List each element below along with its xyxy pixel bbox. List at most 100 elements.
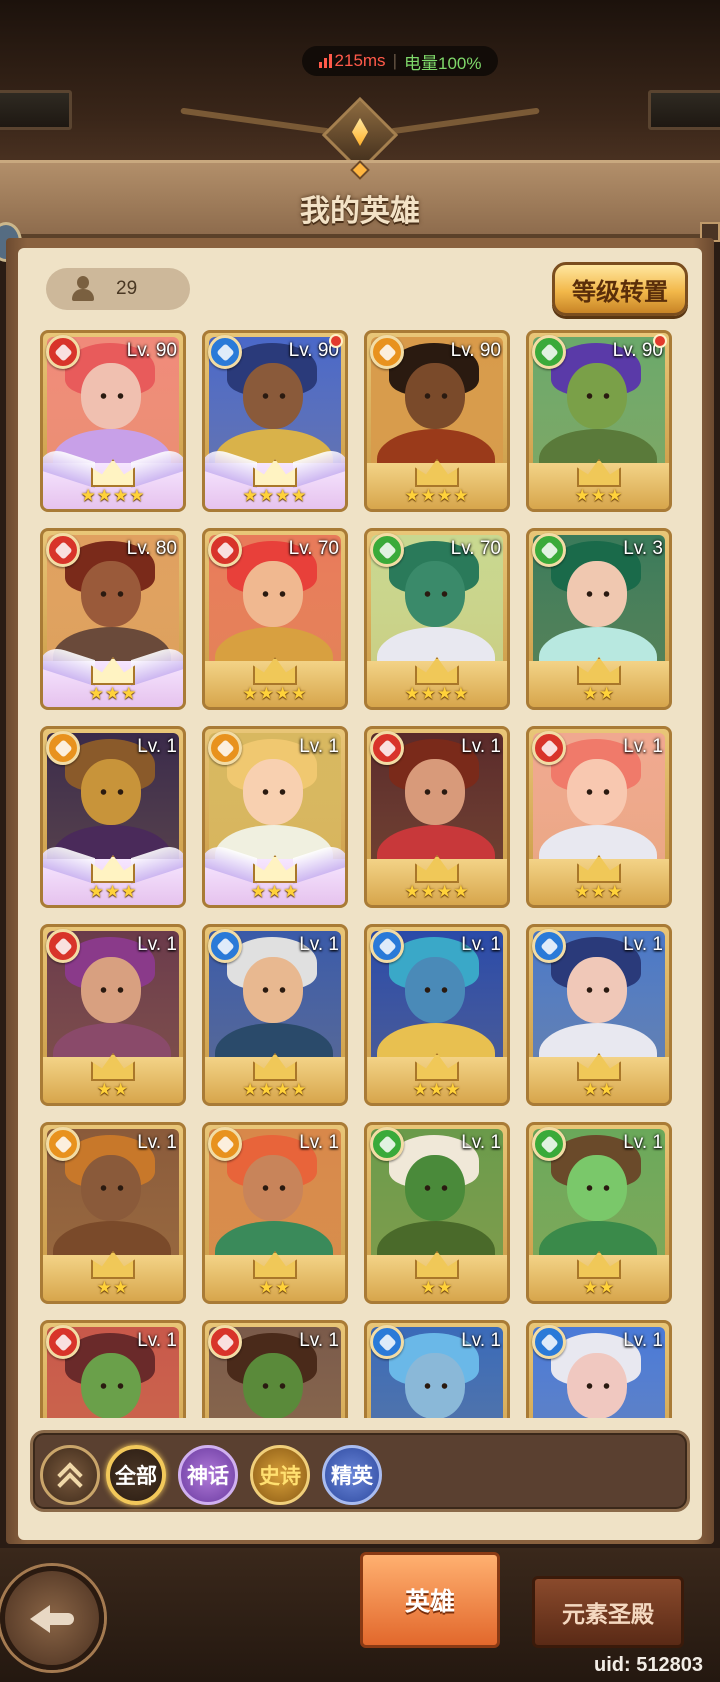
star-rating: ★★★★ bbox=[80, 486, 146, 505]
hero-card[interactable]: Lv. 1 ★★★ bbox=[364, 924, 510, 1106]
hero-level: Lv. 1 bbox=[623, 1330, 663, 1351]
hero-card[interactable]: Lv. 1 bbox=[364, 1320, 510, 1418]
hero-eyes bbox=[419, 1185, 453, 1191]
filter-epic-button[interactable]: 史诗 bbox=[250, 1445, 310, 1505]
water-element-icon bbox=[532, 1325, 566, 1359]
hero-card[interactable]: Lv. 70 ★★★★ bbox=[364, 528, 510, 710]
hero-level: Lv. 70 bbox=[288, 538, 339, 559]
hero-card[interactable]: Lv. 90 ★★★ bbox=[526, 330, 672, 512]
hero-level: Lv. 1 bbox=[137, 1132, 177, 1153]
fire-element-icon bbox=[208, 1325, 242, 1359]
star-rating: ★★ bbox=[258, 1278, 292, 1297]
hero-level: Lv. 1 bbox=[623, 736, 663, 757]
ping-value: 215ms bbox=[334, 51, 386, 70]
level-transfer-button[interactable]: 等级转置 bbox=[552, 262, 688, 316]
hero-eyes bbox=[95, 789, 129, 795]
hero-card[interactable]: Lv. 70 ★★★★ bbox=[202, 528, 348, 710]
hero-card[interactable]: Lv. 1 ★★★ bbox=[526, 726, 672, 908]
hero-card[interactable]: Lv. 1 bbox=[526, 1320, 672, 1418]
hero-card[interactable]: Lv. 1 ★★ bbox=[40, 1122, 186, 1304]
user-icon bbox=[68, 274, 98, 304]
fire-element-icon bbox=[46, 1325, 80, 1359]
star-rating: ★★★ bbox=[88, 684, 138, 703]
star-rating: ★★★★ bbox=[242, 684, 308, 703]
left-ornament bbox=[0, 90, 72, 130]
hero-card[interactable]: Lv. 1 ★★★ bbox=[202, 726, 348, 908]
chevron-up-icon bbox=[57, 1462, 83, 1498]
hero-card[interactable]: Lv. 1 bbox=[202, 1320, 348, 1418]
nature-element-icon bbox=[532, 335, 566, 369]
star-rating: ★★★★ bbox=[404, 882, 470, 901]
hero-eyes bbox=[581, 393, 615, 399]
water-element-icon bbox=[532, 929, 566, 963]
fire-element-icon bbox=[46, 533, 80, 567]
hero-card[interactable]: Lv. 3 ★★ bbox=[526, 528, 672, 710]
collapse-button[interactable] bbox=[40, 1445, 100, 1505]
hero-card[interactable]: Lv. 1 ★★★★ bbox=[202, 924, 348, 1106]
hero-level: Lv. 80 bbox=[126, 538, 177, 559]
hero-eyes bbox=[581, 591, 615, 597]
hero-eyes bbox=[581, 1185, 615, 1191]
notification-dot bbox=[653, 334, 667, 348]
signal-icon bbox=[318, 54, 332, 68]
nature-element-icon bbox=[532, 533, 566, 567]
hero-eyes bbox=[581, 987, 615, 993]
notification-dot bbox=[329, 334, 343, 348]
hero-level: Lv. 1 bbox=[461, 1330, 501, 1351]
star-rating: ★★★ bbox=[574, 486, 624, 505]
earth-element-icon bbox=[370, 335, 404, 369]
filter-myth-button[interactable]: 神话 bbox=[178, 1445, 238, 1505]
right-ornament bbox=[648, 90, 720, 130]
earth-element-icon bbox=[208, 731, 242, 765]
hero-card[interactable]: Lv. 1 ★★ bbox=[526, 924, 672, 1106]
hero-card[interactable]: Lv. 90 ★★★★ bbox=[364, 330, 510, 512]
hero-eyes bbox=[95, 393, 129, 399]
tab-element-temple[interactable]: 元素圣殿 bbox=[532, 1576, 684, 1648]
star-rating: ★★★ bbox=[412, 1080, 462, 1099]
hero-card[interactable]: Lv. 1 bbox=[40, 1320, 186, 1418]
water-element-icon bbox=[370, 1325, 404, 1359]
hero-card[interactable]: Lv. 1 ★★ bbox=[202, 1122, 348, 1304]
fire-element-icon bbox=[46, 335, 80, 369]
hero-level: Lv. 1 bbox=[299, 1330, 339, 1351]
hero-eyes bbox=[257, 987, 291, 993]
hero-card[interactable]: Lv. 90 ★★★★ bbox=[202, 330, 348, 512]
fire-element-icon bbox=[532, 731, 566, 765]
filter-elite-button[interactable]: 精英 bbox=[322, 1445, 382, 1505]
back-button[interactable] bbox=[0, 1566, 104, 1670]
hero-eyes bbox=[257, 393, 291, 399]
filter-all-button[interactable]: 全部 bbox=[106, 1445, 166, 1505]
hero-card[interactable]: Lv. 1 ★★ bbox=[40, 924, 186, 1106]
hero-eyes bbox=[419, 987, 453, 993]
hero-level: Lv. 1 bbox=[299, 1132, 339, 1153]
hero-level: Lv. 1 bbox=[299, 934, 339, 955]
hero-eyes bbox=[581, 789, 615, 795]
star-rating: ★★★ bbox=[250, 882, 300, 901]
nature-element-icon bbox=[532, 1127, 566, 1161]
hero-card[interactable]: Lv. 1 ★★ bbox=[526, 1122, 672, 1304]
hero-card[interactable]: Lv. 90 ★★★★ bbox=[40, 330, 186, 512]
earth-element-icon bbox=[208, 1127, 242, 1161]
hero-level: Lv. 1 bbox=[461, 736, 501, 757]
tab-heroes[interactable]: 英雄 bbox=[360, 1552, 500, 1648]
hero-card[interactable]: Lv. 1 ★★ bbox=[364, 1122, 510, 1304]
hero-level: Lv. 90 bbox=[126, 340, 177, 361]
hero-eyes bbox=[95, 987, 129, 993]
battery-value: 电量100% bbox=[403, 53, 482, 73]
hero-grid[interactable]: Lv. 90 ★★★★ Lv. 90 ★★★★ Lv. 90 ★★★★ Lv. 90 ★★★ L… bbox=[40, 330, 680, 1418]
hero-card[interactable]: Lv. 1 ★★★★ bbox=[364, 726, 510, 908]
star-rating: ★★ bbox=[96, 1278, 130, 1297]
fire-element-icon bbox=[208, 533, 242, 567]
star-rating: ★★★ bbox=[88, 882, 138, 901]
star-rating: ★★★★ bbox=[404, 684, 470, 703]
star-rating: ★★★ bbox=[574, 882, 624, 901]
hero-card[interactable]: Lv. 80 ★★★ bbox=[40, 528, 186, 710]
hero-eyes bbox=[257, 1185, 291, 1191]
hero-level: Lv. 1 bbox=[137, 736, 177, 757]
earth-element-icon bbox=[46, 731, 80, 765]
star-rating: ★★ bbox=[582, 1080, 616, 1099]
hero-level: Lv. 70 bbox=[450, 538, 501, 559]
hero-eyes bbox=[95, 1383, 129, 1389]
star-rating: ★★ bbox=[582, 684, 616, 703]
hero-card[interactable]: Lv. 1 ★★★ bbox=[40, 726, 186, 908]
